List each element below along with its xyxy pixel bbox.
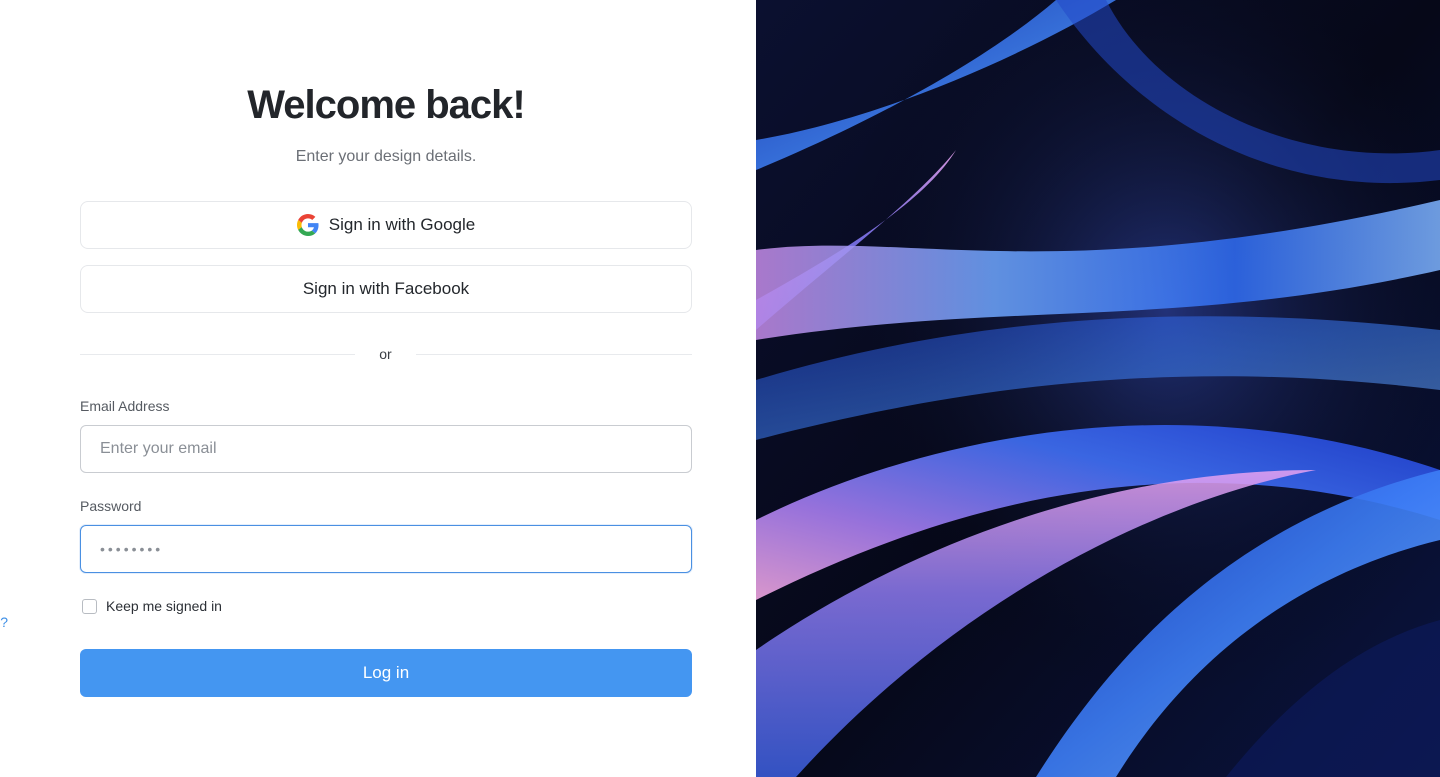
password-label: Password: [80, 498, 142, 514]
keep-signed-in-label: Keep me signed in: [106, 598, 222, 614]
keep-signed-in-checkbox[interactable]: Keep me signed in: [82, 598, 222, 614]
hero-image: [756, 0, 1440, 777]
checkbox-box[interactable]: [82, 598, 97, 614]
page-title: Welcome back!: [247, 83, 526, 127]
divider-text: or: [379, 346, 392, 362]
divider-line-left: [80, 354, 355, 355]
forgot-password-link[interactable]: Forget password?: [0, 598, 8, 630]
password-field[interactable]: [80, 525, 692, 573]
email-field[interactable]: [80, 425, 692, 473]
google-signin-button[interactable]: Sign in with Google: [80, 201, 692, 249]
login-button[interactable]: Log in: [80, 649, 692, 697]
facebook-signin-button[interactable]: Sign in with Facebook: [80, 265, 692, 313]
google-icon: [296, 214, 319, 236]
abstract-ribbon-artwork: [756, 0, 1440, 777]
divider-line-right: [416, 354, 692, 355]
facebook-signin-label: Sign in with Facebook: [302, 279, 470, 298]
google-signin-label: Sign in with Google: [328, 215, 476, 234]
email-label: Email Address: [80, 398, 170, 414]
login-panel: Welcome back! Enter your design details.…: [0, 0, 756, 777]
page-subtitle: Enter your design details.: [295, 148, 477, 165]
